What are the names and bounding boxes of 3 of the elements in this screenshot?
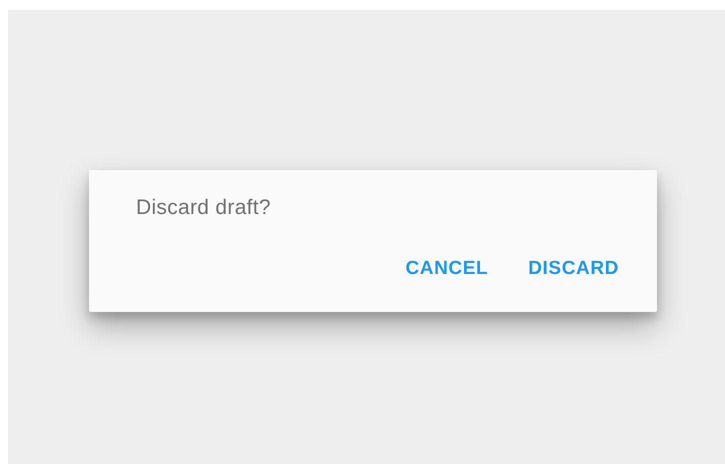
dialog-message: Discard draft? xyxy=(136,196,271,220)
cancel-button[interactable]: CANCEL xyxy=(397,252,496,286)
discard-button[interactable]: DISCARD xyxy=(520,252,627,286)
